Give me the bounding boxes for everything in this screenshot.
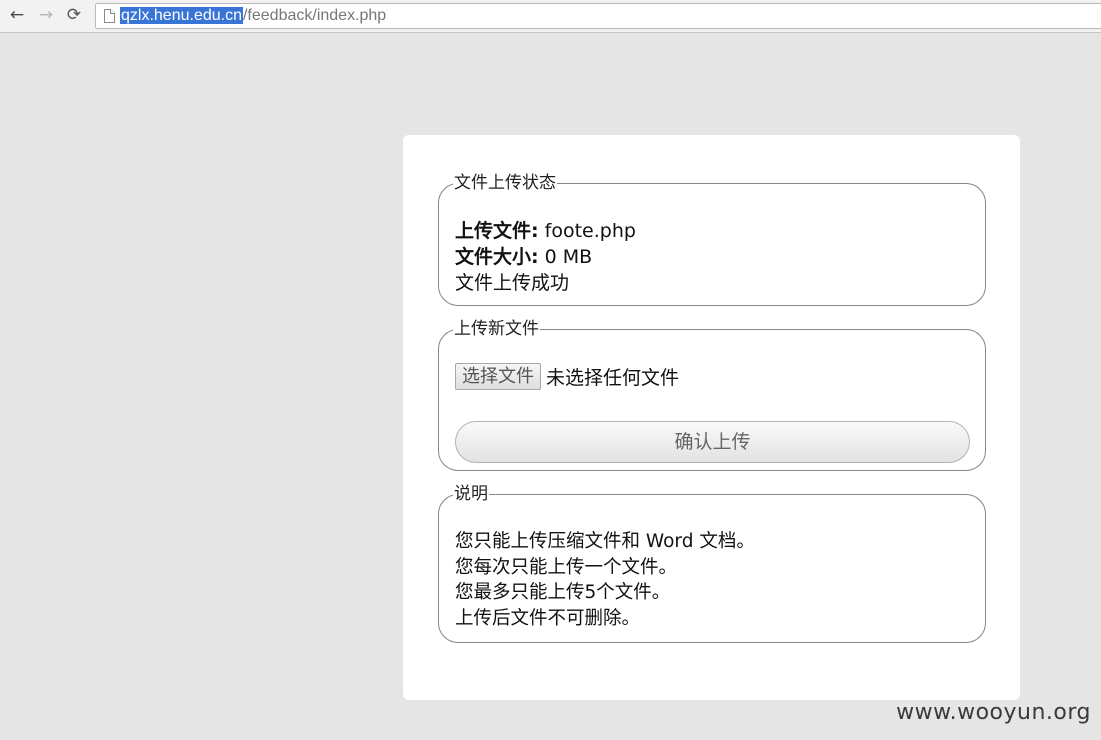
instruction-line: 您最多只能上传5个文件。 — [455, 582, 671, 603]
upload-card: 文件上传状态 上传文件: foote.php 文件大小: 0 MB 文件上传成功… — [403, 135, 1020, 700]
file-input[interactable]: 选择文件 未选择任何文件 — [455, 363, 679, 390]
upload-new-file-panel: 上传新文件 选择文件 未选择任何文件 确认上传 — [438, 320, 986, 471]
address-bar[interactable]: qzlx.henu.edu.cn/feedback/index.php — [95, 3, 1101, 29]
no-file-selected-text: 未选择任何文件 — [546, 367, 680, 389]
choose-file-button[interactable]: 选择文件 — [455, 363, 541, 390]
url-host: qzlx.henu.edu.cn — [120, 7, 243, 24]
browser-toolbar: ← → ⟳ qzlx.henu.edu.cn/feedback/index.ph… — [0, 0, 1101, 33]
url-path: /feedback/index.php — [242, 7, 387, 24]
watermark-text: www.wooyun.org — [896, 700, 1091, 725]
file-size-value: 0 MB — [544, 246, 593, 268]
upload-status-legend: 文件上传状态 — [454, 173, 556, 193]
back-arrow-icon[interactable]: ← — [7, 5, 27, 25]
instruction-line: 上传后文件不可删除。 — [455, 607, 641, 629]
url-text[interactable]: qzlx.henu.edu.cn/feedback/index.php — [120, 7, 386, 25]
file-size-label: 文件大小: — [455, 246, 539, 268]
instructions-list: 您只能上传压缩文件和 Word 文档。 您每次只能上传一个文件。 您最多只能上传… — [455, 529, 755, 631]
upload-new-file-legend: 上传新文件 — [454, 319, 539, 339]
instruction-line: 您每次只能上传一个文件。 — [455, 556, 678, 578]
forward-arrow-icon[interactable]: → — [36, 5, 56, 25]
uploaded-file-value: foote.php — [544, 220, 636, 242]
instruction-line: 您只能上传压缩文件和 Word 文档。 — [455, 531, 755, 552]
instructions-panel: 说明 您只能上传压缩文件和 Word 文档。 您每次只能上传一个文件。 您最多只… — [438, 485, 986, 643]
file-size-row: 文件大小: 0 MB — [455, 244, 636, 270]
instructions-legend: 说明 — [454, 484, 488, 504]
upload-status-content: 上传文件: foote.php 文件大小: 0 MB 文件上传成功 — [455, 218, 636, 296]
confirm-upload-button[interactable]: 确认上传 — [455, 421, 970, 463]
uploaded-file-row: 上传文件: foote.php — [455, 218, 636, 244]
page-icon — [104, 9, 115, 23]
reload-icon[interactable]: ⟳ — [64, 5, 84, 25]
upload-status-panel: 文件上传状态 上传文件: foote.php 文件大小: 0 MB 文件上传成功 — [438, 174, 986, 306]
upload-result-message: 文件上传成功 — [455, 272, 570, 294]
uploaded-file-label: 上传文件: — [455, 220, 539, 242]
